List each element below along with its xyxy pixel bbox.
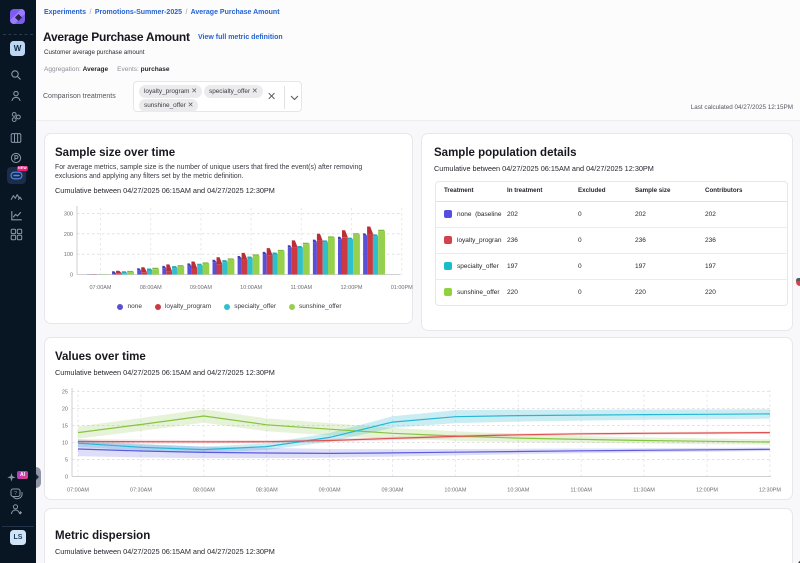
svg-text:08:30AM: 08:30AM bbox=[256, 488, 278, 494]
svg-text:20: 20 bbox=[62, 407, 68, 413]
svg-text:100: 100 bbox=[64, 252, 73, 258]
svg-text:12:00PM: 12:00PM bbox=[340, 285, 362, 291]
svg-text:10:30AM: 10:30AM bbox=[507, 488, 529, 494]
svg-text:12:00PM: 12:00PM bbox=[696, 488, 718, 494]
svg-text:10:00AM: 10:00AM bbox=[240, 285, 262, 291]
svg-text:12:30PM: 12:30PM bbox=[759, 488, 781, 494]
svg-text:09:00AM: 09:00AM bbox=[190, 285, 212, 291]
svg-text:5: 5 bbox=[65, 458, 68, 464]
svg-text:10:00AM: 10:00AM bbox=[444, 488, 466, 494]
svg-text:200: 200 bbox=[64, 232, 73, 238]
svg-text:15: 15 bbox=[62, 424, 68, 430]
svg-text:07:00AM: 07:00AM bbox=[67, 488, 89, 494]
svg-text:01:00PM: 01:00PM bbox=[391, 285, 413, 291]
svg-text:11:30AM: 11:30AM bbox=[633, 488, 655, 494]
svg-text:0: 0 bbox=[70, 273, 73, 279]
svg-text:11:00AM: 11:00AM bbox=[290, 285, 312, 291]
svg-text:25: 25 bbox=[62, 390, 68, 396]
svg-text:300: 300 bbox=[64, 212, 73, 218]
svg-text:09:00AM: 09:00AM bbox=[319, 488, 341, 494]
svg-text:09:30AM: 09:30AM bbox=[381, 488, 403, 494]
svg-text:10: 10 bbox=[62, 441, 68, 447]
svg-text:07:30AM: 07:30AM bbox=[130, 488, 152, 494]
svg-text:0: 0 bbox=[65, 475, 68, 481]
svg-text:?: ? bbox=[14, 491, 17, 497]
svg-text:08:00AM: 08:00AM bbox=[140, 285, 162, 291]
svg-text:11:00AM: 11:00AM bbox=[570, 488, 592, 494]
svg-text:07:00AM: 07:00AM bbox=[89, 285, 111, 291]
svg-text:08:00AM: 08:00AM bbox=[193, 488, 215, 494]
